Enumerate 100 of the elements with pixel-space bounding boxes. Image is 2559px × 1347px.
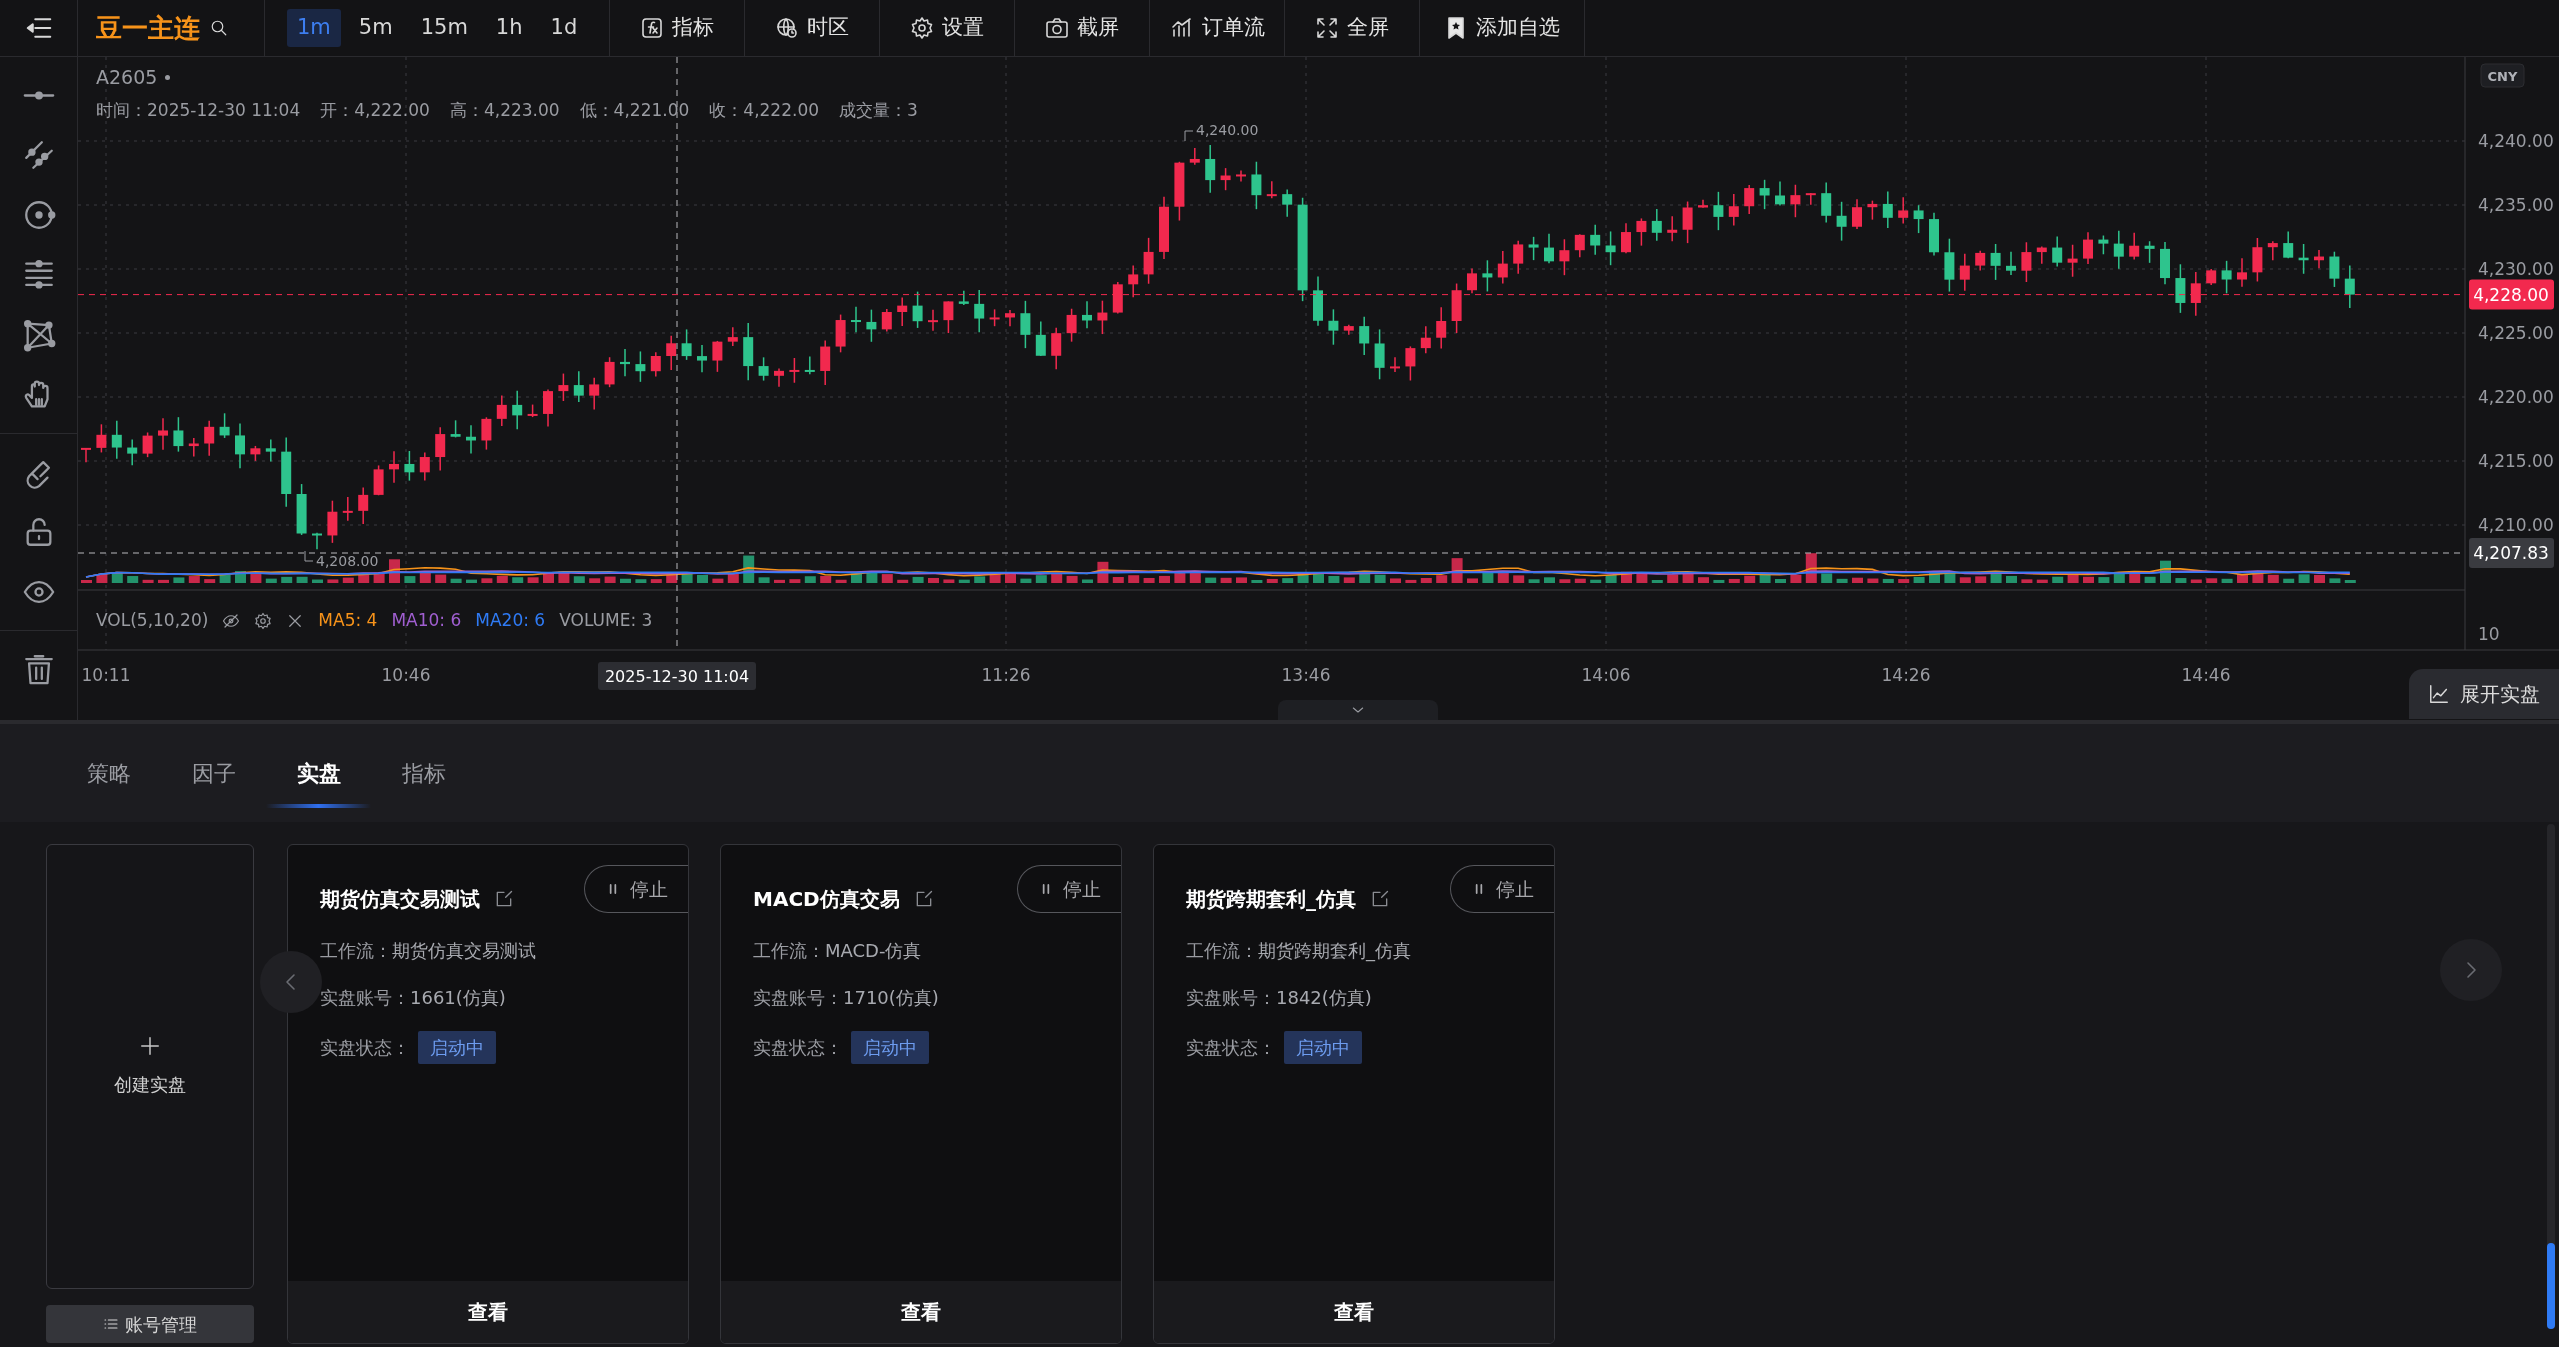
view-button[interactable]: 查看 <box>288 1281 688 1343</box>
low-price-label: 4,208.00 <box>316 553 379 569</box>
moving-average-value: MA20: 6 <box>475 609 546 632</box>
view-button[interactable]: 查看 <box>1154 1281 1554 1343</box>
crosshair-price-label: 4,207.83 <box>2469 538 2554 568</box>
status-tag: 启动中 <box>418 1031 496 1064</box>
field-label: 实盘账号： <box>320 986 410 1010</box>
time-axis-label: 14:46 <box>2181 665 2231 685</box>
ohlc-value: 高：4,223.00 <box>449 98 560 122</box>
card-title: 期货仿真交易测试 <box>320 886 480 913</box>
interval-tab[interactable]: 15m <box>410 9 478 47</box>
panel-tab[interactable]: 策略 <box>56 724 161 822</box>
interval-tab[interactable]: 1h <box>485 9 533 47</box>
price-axis-label: 4,240.00 <box>2478 131 2554 151</box>
field-label: 实盘状态： <box>1186 1036 1276 1060</box>
price-axis-label: 4,225.00 <box>2478 323 2554 343</box>
price-axis-label: 4,235.00 <box>2478 195 2554 215</box>
currency-badge: CNY <box>2480 63 2525 88</box>
toolbar-button[interactable]: 指标 <box>610 0 746 56</box>
settings-icon[interactable] <box>254 611 273 630</box>
price-axis-label: 4,210.00 <box>2478 515 2554 535</box>
field-label: 工作流： <box>1186 939 1258 963</box>
time-axis-label: 14:26 <box>1881 665 1931 685</box>
moving-average-value: MA10: 6 <box>391 609 462 632</box>
ohlc-value: 时间：2025-12-30 11:04 <box>96 98 301 122</box>
leader-line <box>1184 130 1194 142</box>
edit-icon[interactable] <box>494 889 514 909</box>
create-card[interactable]: 创建实盘 <box>46 844 254 1289</box>
ohlc-value: 低：4,221.00 <box>579 98 690 122</box>
field-label: 实盘状态： <box>753 1036 843 1060</box>
pattern-tool-icon <box>21 318 56 352</box>
price-axis-label: 4,220.00 <box>2478 387 2554 407</box>
field-value: 1842(仿真) <box>1276 986 1372 1010</box>
card-title: MACD仿真交易 <box>753 886 900 913</box>
stop-button[interactable]: 停止 <box>1450 865 1554 913</box>
camera-icon <box>1045 16 1070 40</box>
interval-tab[interactable]: 1d <box>540 9 588 47</box>
stop-button[interactable]: 停止 <box>1017 865 1121 913</box>
scrollbar-thumb[interactable] <box>2547 1243 2555 1329</box>
function-icon <box>640 16 665 40</box>
moving-average-value: MA5: 4 <box>318 609 378 632</box>
stop-button[interactable]: 停止 <box>584 865 688 913</box>
field-label: 实盘状态： <box>320 1036 410 1060</box>
toolbar-button[interactable]: 全屏 <box>1285 0 1421 56</box>
field-label: 实盘账号： <box>753 986 843 1010</box>
view-button[interactable]: 查看 <box>721 1281 1121 1343</box>
fullscreen-icon <box>1315 16 1340 40</box>
globe-clock-icon <box>775 16 800 40</box>
time-axis-label: 10:46 <box>381 665 431 685</box>
price-axis-label: 4,215.00 <box>2478 451 2554 471</box>
list-icon <box>103 1316 119 1332</box>
field-value: 1661(仿真) <box>410 986 506 1010</box>
account-button[interactable]: 账号管理 <box>46 1305 254 1343</box>
expand-button[interactable]: 展开实盘 <box>2409 669 2559 719</box>
time-axis-label: 13:46 <box>1281 665 1331 685</box>
bar-chart-icon <box>1169 16 1194 40</box>
interval-tab[interactable]: 1m <box>287 9 341 47</box>
scrollbar[interactable] <box>2547 824 2555 1329</box>
panel-tab[interactable]: 实盘 <box>266 724 371 822</box>
crosshair-time-label: 2025-12-30 11:04 <box>598 662 756 690</box>
field-label: 实盘账号： <box>1186 986 1276 1010</box>
status-tag: 启动中 <box>851 1031 929 1064</box>
time-axis-label: 11:26 <box>981 665 1031 685</box>
symbol-code: A2605 <box>96 65 158 90</box>
high-price-label: 4,240.00 <box>1196 122 1259 138</box>
time-axis-label: 14:06 <box>1581 665 1631 685</box>
edit-icon[interactable] <box>1370 889 1390 909</box>
toolbar-button[interactable]: 截屏 <box>1015 0 1151 56</box>
ohlc-value: 开：4,222.00 <box>320 98 430 122</box>
toolbar-button[interactable]: 时区 <box>745 0 881 56</box>
leader-line <box>304 550 314 562</box>
status-dot-icon <box>165 74 171 80</box>
price-axis-label: 4,230.00 <box>2478 259 2554 279</box>
line-chart-icon <box>2428 683 2450 705</box>
field-value: 期货跨期套利_仿真 <box>1258 939 1411 964</box>
status-tag: 启动中 <box>1284 1031 1362 1064</box>
card-title: 期货跨期套利_仿真 <box>1186 886 1356 913</box>
toolbar-button[interactable]: 添加自选 <box>1420 0 1586 56</box>
field-label: 工作流： <box>753 939 825 963</box>
create-label: 创建实盘 <box>114 1073 186 1097</box>
panel-tab[interactable]: 因子 <box>161 724 266 822</box>
search-icon[interactable] <box>210 19 228 37</box>
last-price-label: 4,228.00 <box>2469 279 2554 310</box>
interval-tab[interactable]: 5m <box>348 9 403 47</box>
field-value: 期货仿真交易测试 <box>392 939 536 963</box>
field-value: 1710(仿真) <box>843 986 939 1010</box>
volume-value: VOLUME: 3 <box>559 609 653 632</box>
settings-icon <box>910 16 935 40</box>
horizontal-line-icon <box>21 90 56 100</box>
field-label: 工作流： <box>320 939 392 963</box>
ohlc-value: 收：4,222.00 <box>709 98 819 122</box>
field-value: MACD-仿真 <box>825 939 922 963</box>
plus-icon <box>139 1035 161 1057</box>
panel-tab[interactable]: 指标 <box>371 724 476 822</box>
symbol-name[interactable]: 豆一主连 <box>96 8 200 48</box>
ohlc-value: 成交量：3 <box>839 98 918 122</box>
toolbar-button[interactable]: 设置 <box>880 0 1016 56</box>
collapse-handle[interactable] <box>1278 700 1438 720</box>
volume-axis-label: 10 <box>2478 624 2500 644</box>
toolbar-button[interactable]: 订单流 <box>1150 0 1286 56</box>
